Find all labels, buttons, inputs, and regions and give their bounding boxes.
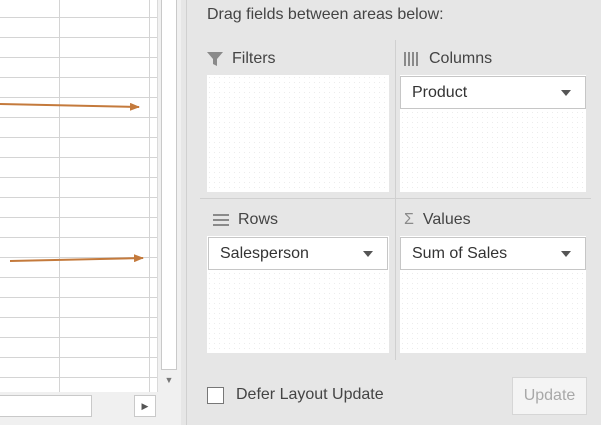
columns-label: Columns bbox=[429, 50, 493, 67]
area-separator-vertical bbox=[395, 40, 396, 360]
columns-icon bbox=[404, 51, 420, 67]
horizontal-scrollbar[interactable]: ▶ bbox=[0, 392, 181, 425]
scroll-right-arrow-icon[interactable]: ▶ bbox=[134, 395, 156, 417]
columns-drop-zone[interactable]: Product bbox=[400, 75, 586, 192]
horizontal-scroll-thumb[interactable] bbox=[0, 395, 92, 417]
values-drop-zone[interactable]: Sum of Sales bbox=[400, 236, 586, 353]
field-pill-label: Salesperson bbox=[220, 244, 309, 262]
pane-divider[interactable] bbox=[186, 0, 187, 425]
values-header: Σ Values bbox=[404, 205, 471, 235]
field-pill-product[interactable]: Product bbox=[400, 76, 586, 109]
scroll-down-arrow-icon[interactable]: ▼ bbox=[161, 372, 177, 388]
update-button[interactable]: Update bbox=[512, 377, 587, 415]
sigma-icon: Σ bbox=[404, 211, 414, 228]
values-label: Values bbox=[422, 211, 471, 228]
field-pill-salesperson[interactable]: Salesperson bbox=[208, 237, 388, 270]
defer-layout-checkbox[interactable] bbox=[207, 386, 224, 404]
annotation-arrows bbox=[0, 102, 144, 263]
filters-header: Filters bbox=[207, 44, 276, 74]
dropdown-caret-icon[interactable] bbox=[561, 250, 571, 257]
field-pill-label: Product bbox=[412, 83, 468, 101]
rows-header: Rows bbox=[213, 205, 278, 235]
rows-icon bbox=[213, 214, 229, 226]
vertical-scroll-thumb[interactable] bbox=[161, 0, 177, 370]
vertical-scrollbar[interactable]: ▼ bbox=[157, 0, 181, 392]
worksheet-grid[interactable] bbox=[0, 0, 157, 392]
filters-label: Filters bbox=[232, 50, 276, 67]
rows-drop-zone[interactable]: Salesperson bbox=[207, 236, 389, 353]
dropdown-caret-icon[interactable] bbox=[561, 89, 571, 96]
arrow-to-rows bbox=[9, 254, 144, 263]
area-separator-horizontal bbox=[200, 198, 591, 199]
filters-drop-zone[interactable] bbox=[207, 75, 389, 192]
drag-instruction: Drag fields between areas below: bbox=[207, 6, 444, 23]
field-pill-label: Sum of Sales bbox=[412, 244, 508, 262]
defer-layout-update[interactable]: Defer Layout Update bbox=[207, 386, 384, 404]
rows-label: Rows bbox=[238, 211, 279, 228]
dropdown-caret-icon[interactable] bbox=[363, 250, 373, 257]
field-pill-sum-of-sales[interactable]: Sum of Sales bbox=[400, 237, 586, 270]
filter-icon bbox=[207, 51, 223, 67]
defer-layout-label: Defer Layout Update bbox=[236, 386, 384, 403]
columns-header: Columns bbox=[404, 44, 492, 74]
arrow-to-columns bbox=[0, 102, 140, 111]
